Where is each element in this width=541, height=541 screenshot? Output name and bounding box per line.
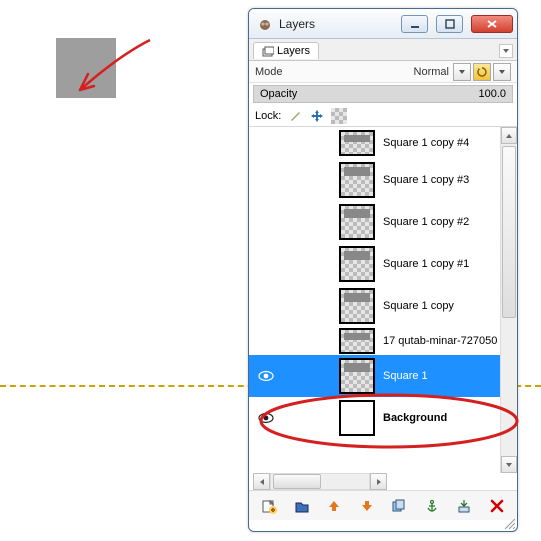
dock-tab-bar: Layers xyxy=(249,39,517,61)
lock-pixels-button[interactable] xyxy=(287,108,303,124)
layer-row[interactable]: Background xyxy=(249,397,517,439)
layer-thumbnail xyxy=(339,162,375,198)
mode-reset-button[interactable] xyxy=(473,63,491,81)
layer-row[interactable]: Square 1 copy #3 xyxy=(249,159,517,201)
raise-layer-icon xyxy=(327,499,341,513)
tab-menu-button[interactable] xyxy=(499,44,513,58)
window-close-button[interactable] xyxy=(471,15,513,33)
scroll-left-button[interactable] xyxy=(253,473,270,490)
new-group-button[interactable] xyxy=(291,495,313,517)
layer-thumbnail xyxy=(339,358,375,394)
layer-name[interactable]: Square 1 copy #3 xyxy=(383,174,469,186)
lock-row: Lock: xyxy=(249,105,517,127)
resize-grip-icon[interactable] xyxy=(503,517,515,529)
layer-visibility-toggle[interactable] xyxy=(255,412,277,424)
lower-layer-icon xyxy=(360,499,374,513)
window-maximize-button[interactable] xyxy=(436,15,463,33)
new-layer-button[interactable] xyxy=(258,495,280,517)
layer-list: Square 1 copy #4 Square 1 copy #3 Square 1… xyxy=(249,127,517,473)
new-layer-icon xyxy=(261,498,277,514)
delete-layer-button[interactable] xyxy=(486,495,508,517)
lower-layer-button[interactable] xyxy=(356,495,378,517)
layer-row[interactable]: Square 1 copy xyxy=(249,285,517,327)
mode-dropdown-button[interactable] xyxy=(453,63,471,81)
brush-icon xyxy=(288,109,302,123)
merge-down-icon xyxy=(456,498,472,514)
chevron-down-icon xyxy=(458,68,466,76)
merge-down-button[interactable] xyxy=(453,495,475,517)
lock-position-button[interactable] xyxy=(309,108,325,124)
horizontal-scrollbar[interactable] xyxy=(253,473,513,490)
layer-row[interactable]: Square 1 copy #1 xyxy=(249,243,517,285)
opacity-label: Opacity xyxy=(260,88,297,100)
layer-row[interactable]: 17 qutab-minar-727050 xyxy=(249,327,517,355)
add-group-icon xyxy=(294,498,310,514)
scroll-down-button[interactable] xyxy=(501,456,517,473)
layer-name[interactable]: Square 1 copy #1 xyxy=(383,258,469,270)
lock-label: Lock: xyxy=(255,110,281,122)
window-titlebar[interactable]: Layers xyxy=(249,9,517,39)
scroll-up-button[interactable] xyxy=(501,127,517,144)
mode-row: Mode Normal xyxy=(249,61,517,83)
layer-thumbnail xyxy=(339,246,375,282)
opacity-value: 100.0 xyxy=(478,88,506,100)
layer-thumbnail xyxy=(339,328,375,354)
raise-layer-button[interactable] xyxy=(323,495,345,517)
layers-tab-label: Layers xyxy=(277,45,310,57)
layer-row[interactable]: Square 1 copy #4 xyxy=(249,127,517,159)
layer-thumbnail xyxy=(339,288,375,324)
scrollbar-thumb[interactable] xyxy=(502,146,516,318)
layer-name[interactable]: 17 qutab-minar-727050 xyxy=(383,335,497,347)
anchor-layer-button[interactable] xyxy=(421,495,443,517)
layers-window: Layers Layers Mode Normal Opacity 100. xyxy=(248,8,518,532)
eye-icon xyxy=(258,412,274,424)
opacity-slider[interactable]: Opacity 100.0 xyxy=(253,85,513,103)
mode-value: Normal xyxy=(414,66,451,78)
layer-name[interactable]: Square 1 copy xyxy=(383,300,454,312)
layer-thumbnail xyxy=(339,204,375,240)
vertical-scrollbar[interactable] xyxy=(500,127,517,473)
layer-row[interactable]: Square 1 xyxy=(249,355,517,397)
mode-label: Mode xyxy=(255,66,283,78)
anchor-layer-icon xyxy=(425,499,439,513)
layer-thumbnail xyxy=(339,130,375,156)
layer-name[interactable]: Square 1 xyxy=(383,370,428,382)
chevron-down-icon xyxy=(498,68,506,76)
window-minimize-button[interactable] xyxy=(401,15,428,33)
hscrollbar-thumb[interactable] xyxy=(273,474,321,489)
layer-visibility-toggle[interactable] xyxy=(255,370,277,382)
eye-icon xyxy=(258,370,274,382)
delete-layer-icon xyxy=(490,499,504,513)
mode-menu-button[interactable] xyxy=(493,63,511,81)
layer-thumbnail xyxy=(339,400,375,436)
layer-toolbar xyxy=(249,490,517,520)
reset-icon xyxy=(477,67,487,77)
gimp-app-icon xyxy=(257,16,273,32)
scroll-right-button[interactable] xyxy=(370,473,387,490)
canvas-grey-square xyxy=(56,38,116,98)
duplicate-layer-button[interactable] xyxy=(388,495,410,517)
layer-row[interactable]: Square 1 copy #2 xyxy=(249,201,517,243)
window-title: Layers xyxy=(279,17,393,31)
duplicate-layer-icon xyxy=(391,498,407,514)
layer-name[interactable]: Square 1 copy #4 xyxy=(383,137,469,149)
layer-name[interactable]: Background xyxy=(383,412,447,424)
lock-alpha-button[interactable] xyxy=(331,108,347,124)
layers-tab-icon xyxy=(262,45,274,57)
move-icon xyxy=(310,109,324,123)
layers-tab[interactable]: Layers xyxy=(253,42,319,59)
layer-name[interactable]: Square 1 copy #2 xyxy=(383,216,469,228)
